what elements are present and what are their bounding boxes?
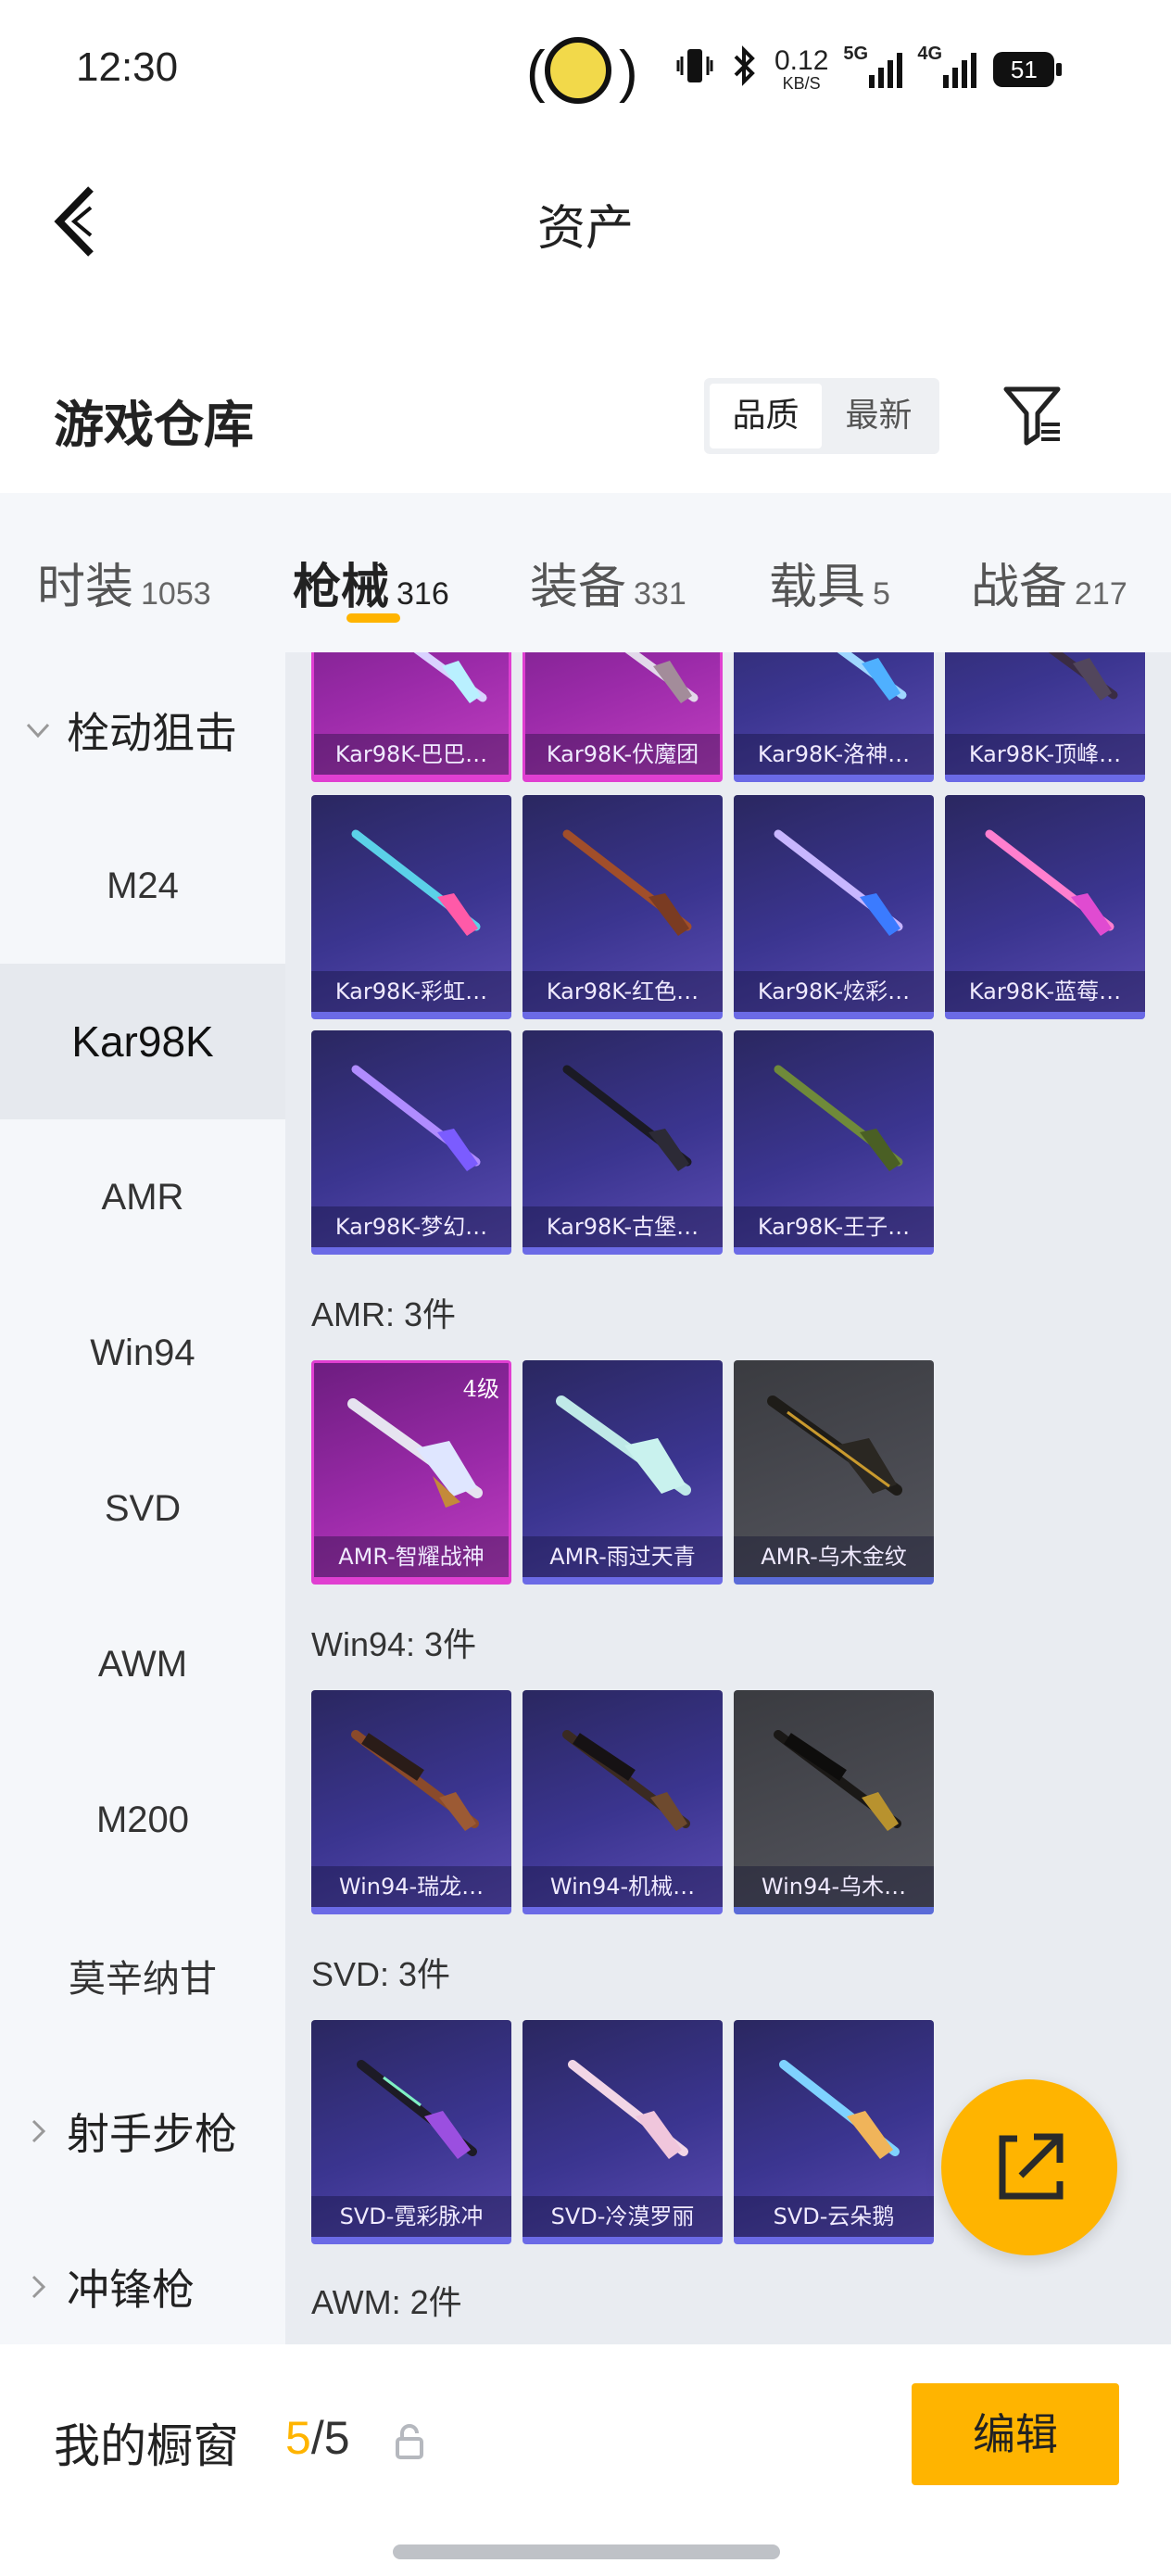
rifle-icon: [774, 1065, 903, 1171]
sidebar-category-bolt-action[interactable]: 栓动狙击: [22, 652, 237, 808]
tab-vehicles[interactable]: 载具 5: [769, 537, 890, 612]
sort-latest-option[interactable]: 最新: [823, 384, 935, 448]
category-tabs: 时装 1053 枪械 316 装备 331 载具 5 战备 217: [0, 493, 1171, 652]
showcase-label: 我的橱窗: [54, 2419, 239, 2473]
rifle-icon: [562, 829, 692, 936]
sidebar-category-smg[interactable]: 冲锋枪: [22, 2209, 195, 2344]
showcase-bar: 我的橱窗 5/5 编辑: [0, 2344, 1171, 2576]
chevron-right-icon: [31, 2275, 46, 2299]
sidebar-category-marksman[interactable]: 射手步枪: [22, 2053, 237, 2209]
item-card[interactable]: SVD-冷漠罗丽: [523, 2020, 723, 2244]
rifle-icon: [351, 1065, 481, 1171]
rifle-icon: [779, 2060, 900, 2159]
item-card[interactable]: Win94-瑞龙…: [311, 1690, 511, 1914]
rifle-icon: [347, 1398, 483, 1508]
signal-4g-icon: 4G: [917, 44, 977, 88]
warehouse-title: 游戏仓库: [54, 395, 254, 454]
active-tab-indicator: [346, 613, 400, 623]
item-card[interactable]: Kar98K-顶峰…: [945, 652, 1145, 782]
rifle-icon: [562, 1730, 690, 1831]
section-title-amr: AMR: 3件: [311, 1295, 457, 1333]
status-bar: 12:30 ( ) 0.12 KB/S 5G 4G 51: [0, 0, 1171, 139]
home-indicator[interactable]: [393, 2544, 780, 2559]
battery-icon: 51: [993, 52, 1063, 87]
item-card[interactable]: Kar98K-蓝莓…: [945, 795, 1145, 1019]
rifle-icon: [568, 2060, 688, 2159]
section-title-svd: SVD: 3件: [311, 1955, 451, 1993]
status-time: 12:30: [76, 44, 179, 90]
rifle-icon: [767, 1395, 902, 1496]
page-title: 资产: [536, 201, 634, 257]
item-card[interactable]: Kar98K-巴巴…: [311, 652, 511, 782]
rifle-icon: [413, 652, 487, 703]
chevron-right-icon: [31, 2119, 46, 2143]
sidebar-item-m200[interactable]: M200: [0, 1742, 285, 1898]
tab-fashion[interactable]: 时装 1053: [37, 537, 211, 612]
lock-icon: [396, 2424, 423, 2459]
sort-quality-option[interactable]: 品质: [710, 384, 822, 448]
bluetooth-icon: [730, 44, 758, 95]
app-notification-icon: ( ): [526, 33, 639, 107]
rifle-icon: [562, 1065, 692, 1171]
tab-supplies[interactable]: 战备 217: [971, 537, 1127, 612]
rifle-icon: [556, 1395, 691, 1496]
item-card[interactable]: 4级 AMR-智耀战神: [311, 1360, 511, 1585]
sidebar-item-m24[interactable]: M24: [0, 808, 285, 964]
rifle-icon: [1048, 652, 1118, 701]
tab-equipment[interactable]: 装备 331: [530, 537, 686, 612]
filter-icon: [1003, 386, 1061, 446]
rifle-icon: [357, 2060, 477, 2159]
edit-button[interactable]: 编辑: [912, 2383, 1119, 2485]
section-title-win94: Win94: 3件: [311, 1625, 477, 1663]
share-fab[interactable]: [941, 2079, 1117, 2255]
item-card[interactable]: SVD-云朵鹅: [734, 2020, 934, 2244]
sidebar-item-mosin[interactable]: 莫辛纳甘: [0, 1898, 285, 2053]
rifle-icon: [774, 829, 903, 936]
item-card[interactable]: Kar98K-红色…: [523, 795, 723, 1019]
item-card[interactable]: Kar98K-伏魔团: [523, 652, 723, 782]
item-card[interactable]: Win94-乌木…: [734, 1690, 934, 1914]
rifle-icon: [351, 1730, 479, 1831]
sidebar-item-win94[interactable]: Win94: [0, 1275, 285, 1431]
status-icons: 0.12 KB/S 5G 4G 51: [676, 37, 1063, 102]
nav-bar: 资产: [0, 139, 1171, 306]
sidebar-item-kar98k[interactable]: Kar98K: [0, 964, 285, 1119]
item-card[interactable]: AMR-乌木金纹: [734, 1360, 934, 1585]
chevron-down-icon: [26, 723, 50, 739]
rifle-icon: [985, 829, 1114, 936]
item-card[interactable]: Kar98K-洛神…: [734, 652, 934, 782]
item-card[interactable]: Kar98K-王子…: [734, 1030, 934, 1255]
item-card[interactable]: Win94-机械…: [523, 1690, 723, 1914]
rifle-icon: [351, 829, 481, 936]
rifle-icon: [837, 652, 907, 701]
filter-button[interactable]: [1001, 382, 1065, 447]
item-card[interactable]: Kar98K-彩虹…: [311, 795, 511, 1019]
showcase-count: 5/5: [285, 2412, 350, 2464]
share-icon: [999, 2133, 1064, 2200]
sort-toggle: 品质 最新: [704, 378, 939, 454]
rifle-icon: [774, 1730, 901, 1831]
sidebar-item-awm[interactable]: AWM: [0, 1586, 285, 1742]
sidebar: 栓动狙击 M24 Kar98K AMR Win94 SVD AWM M200 莫…: [0, 652, 285, 2344]
item-card[interactable]: AMR-雨过天青: [523, 1360, 723, 1585]
vibrate-icon: [676, 45, 713, 95]
item-card[interactable]: Kar98K-古堡…: [523, 1030, 723, 1255]
signal-5g-icon: 5G: [843, 44, 903, 88]
item-card[interactable]: SVD-霓彩脉冲: [311, 2020, 511, 2244]
item-card[interactable]: Kar98K-梦幻…: [311, 1030, 511, 1255]
rifle-icon: [624, 652, 699, 703]
item-card[interactable]: Kar98K-炫彩…: [734, 795, 934, 1019]
section-title-awm: AWM: 2件: [311, 2283, 462, 2321]
tab-firearms[interactable]: 枪械 316: [293, 537, 449, 612]
sidebar-item-amr[interactable]: AMR: [0, 1119, 285, 1275]
sidebar-item-svd[interactable]: SVD: [0, 1431, 285, 1586]
network-speed: 0.12 KB/S: [774, 45, 829, 93]
